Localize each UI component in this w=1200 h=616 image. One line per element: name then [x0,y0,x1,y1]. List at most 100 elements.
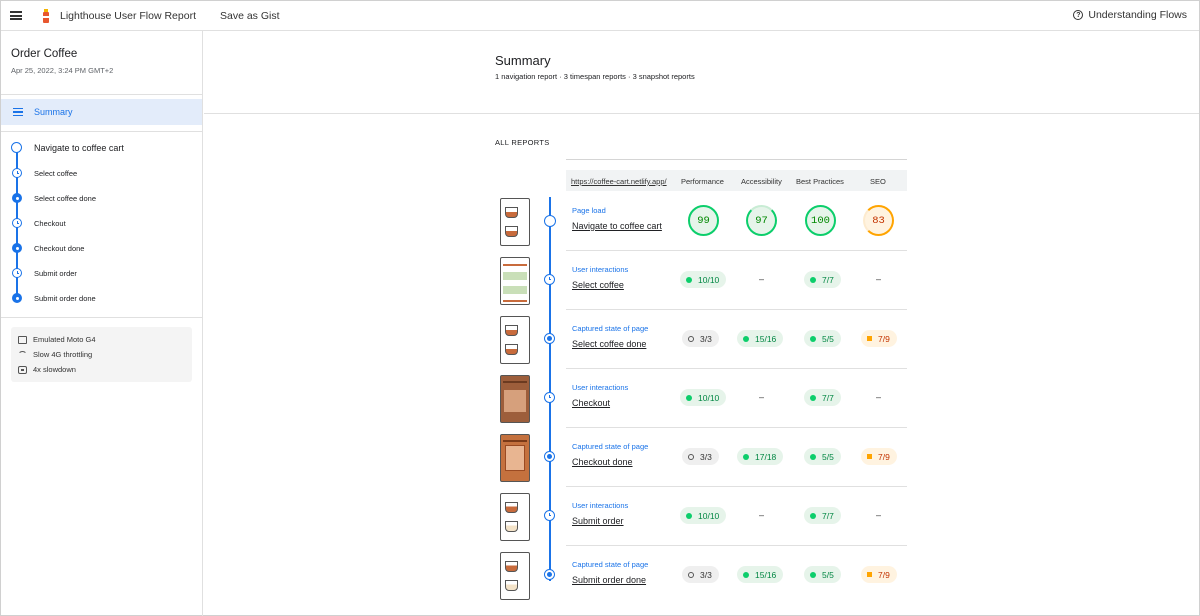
flow-name: Order Coffee [11,48,78,60]
wifi-icon [18,350,27,359]
timespan-clock-icon [12,218,22,228]
env-label: Slow 4G throttling [33,350,93,359]
best-practices-audit-count[interactable]: 7/7 [804,507,841,524]
seo-gauge[interactable]: 83 [863,205,894,236]
report-mode: Captured state of page [572,324,649,333]
sidebar-step-label: Navigate to coffee cart [34,143,124,153]
help-label: Understanding Flows [1088,9,1187,21]
performance-audit-count[interactable]: 3/3 [682,330,719,347]
report-mode: Page load [572,206,606,215]
report-step-link[interactable]: Select coffee [572,280,624,290]
sidebar-step-select-coffee-done[interactable]: Select coffee done [1,188,202,208]
column-header-performance: Performance [681,177,724,186]
menu-icon[interactable] [1,1,31,31]
navigation-icon [544,215,556,227]
accessibility-audit-count[interactable]: 15/16 [737,330,784,347]
best-practices-audit-count[interactable]: 7/7 [804,389,841,406]
table-row: Captured state of page Checkout done 3/3… [494,428,917,487]
pill-value: 3/3 [700,569,712,580]
divider [1,131,202,132]
best-practices-audit-count[interactable]: 7/7 [804,271,841,288]
accessibility-gauge[interactable]: 97 [746,205,777,236]
performance-audit-count[interactable]: 10/10 [680,507,727,524]
pill-value: 7/7 [822,510,834,521]
accessibility-audit-count[interactable]: 17/18 [737,448,784,465]
pill-value: 5/5 [822,451,834,462]
seo-audit-count[interactable]: 7/9 [861,330,897,347]
pill-value: 10/10 [698,392,720,403]
env-label: Emulated Moto G4 [33,335,96,344]
page-thumbnail[interactable] [500,375,530,423]
seo-audit-count[interactable]: 7/9 [861,566,897,583]
list-icon [13,108,23,116]
performance-gauge[interactable]: 99 [688,205,719,236]
report-step-link[interactable]: Checkout [572,398,610,408]
page-thumbnail[interactable] [500,493,530,541]
seo-not-applicable: – [876,392,882,402]
report-step-link[interactable]: Submit order done [572,575,646,585]
page-thumbnail[interactable] [500,198,530,246]
accessibility-audit-count[interactable]: 15/16 [737,566,784,583]
report-step-link[interactable]: Submit order [572,516,624,526]
app-title: Lighthouse User Flow Report [60,9,196,22]
seo-audit-count[interactable]: 7/9 [861,448,897,465]
app-window: Lighthouse User Flow Report Save as Gist… [0,0,1200,616]
report-step-link[interactable]: Navigate to coffee cart [572,221,662,231]
timespan-clock-icon [544,274,555,285]
column-header-accessibility: Accessibility [741,177,782,186]
pill-value: 7/9 [878,333,890,344]
snapshot-icon [12,243,22,253]
table-header: https://coffee-cart.netlify.app/ Perform… [566,170,907,191]
sidebar-step-label: Checkout [34,218,66,228]
pill-value: 7/9 [878,451,890,462]
timespan-clock-icon [544,510,555,521]
best-practices-audit-count[interactable]: 5/5 [804,448,841,465]
sidebar-item-summary[interactable]: Summary [1,99,202,125]
sidebar-step-label: Submit order done [34,293,96,303]
help-icon: ? [1073,10,1084,20]
sidebar-step-navigate[interactable]: Navigate to coffee cart [1,138,202,158]
sidebar-step-checkout-done[interactable]: Checkout done [1,238,202,258]
pill-value: 15/16 [755,333,777,344]
understanding-flows-link[interactable]: ? Understanding Flows [1073,9,1187,21]
timespan-clock-icon [12,168,22,178]
accessibility-not-applicable: – [759,510,765,520]
report-step-link[interactable]: Checkout done [572,457,633,467]
best-practices-audit-count[interactable]: 5/5 [804,330,841,347]
best-practices-audit-count[interactable]: 5/5 [804,566,841,583]
sidebar-step-submit-order[interactable]: Submit order [1,263,202,283]
best-practices-gauge[interactable]: 100 [805,205,836,236]
snapshot-icon [544,333,555,344]
section-heading: ALL REPORTS [495,138,550,147]
page-thumbnail[interactable] [500,316,530,364]
table-row: Captured state of page Submit order done… [494,546,917,605]
snapshot-icon [12,293,22,303]
report-step-link[interactable]: Select coffee done [572,339,646,349]
save-as-gist-button[interactable]: Save as Gist [220,10,280,22]
env-network: Slow 4G throttling [18,350,92,359]
report-mode: User interactions [572,501,629,510]
performance-audit-count[interactable]: 10/10 [680,271,727,288]
pill-value: 10/10 [698,510,720,521]
sidebar-step-checkout[interactable]: Checkout [1,213,202,233]
snapshot-icon [544,451,555,462]
page-thumbnail[interactable] [500,257,530,305]
sidebar-item-label: Summary [34,107,73,117]
url-link[interactable]: https://coffee-cart.netlify.app/ [571,177,667,186]
top-bar: Lighthouse User Flow Report Save as Gist… [1,1,1199,31]
performance-audit-count[interactable]: 10/10 [680,389,727,406]
pill-value: 5/5 [822,333,834,344]
pill-value: 3/3 [700,451,712,462]
sidebar-step-submit-order-done[interactable]: Submit order done [1,288,202,308]
pill-value: 3/3 [700,333,712,344]
page-thumbnail[interactable] [500,552,530,600]
env-device: Emulated Moto G4 [18,335,96,344]
sidebar-step-select-coffee[interactable]: Select coffee [1,163,202,183]
table-top-border [566,159,907,160]
performance-audit-count[interactable]: 3/3 [682,448,719,465]
page-thumbnail[interactable] [500,434,530,482]
report-mode: Captured state of page [572,442,649,451]
performance-audit-count[interactable]: 3/3 [682,566,719,583]
seo-not-applicable: – [876,510,882,520]
device-icon [18,335,27,344]
